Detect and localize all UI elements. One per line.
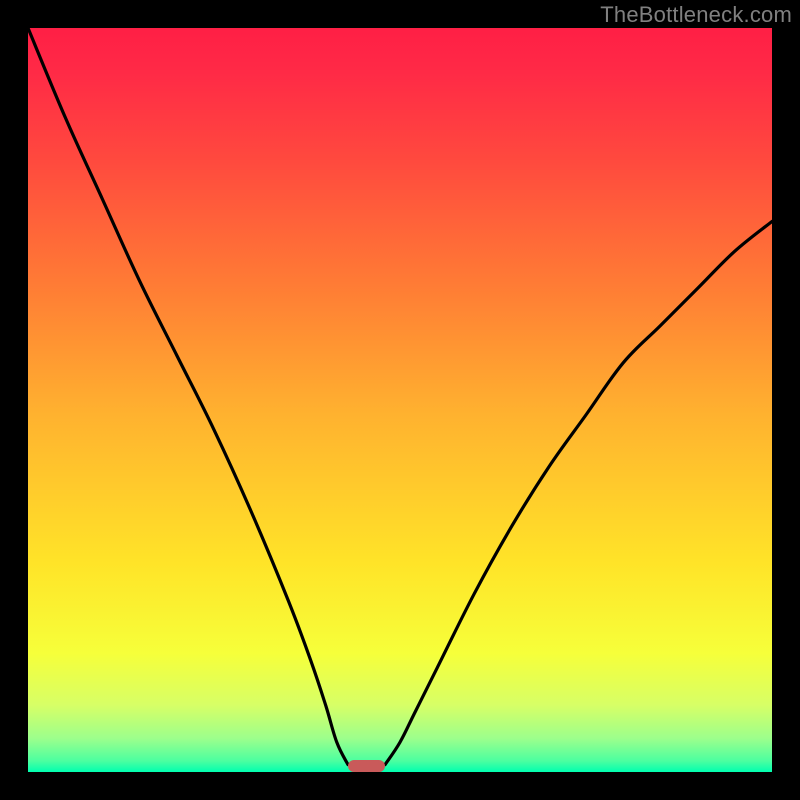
bottleneck-curve [28, 28, 772, 772]
target-marker [348, 760, 385, 772]
plot-area [28, 28, 772, 772]
curve-left-arm [28, 28, 348, 765]
curve-right-arm [385, 221, 772, 764]
chart-frame: TheBottleneck.com [0, 0, 800, 800]
watermark-text: TheBottleneck.com [600, 2, 792, 28]
